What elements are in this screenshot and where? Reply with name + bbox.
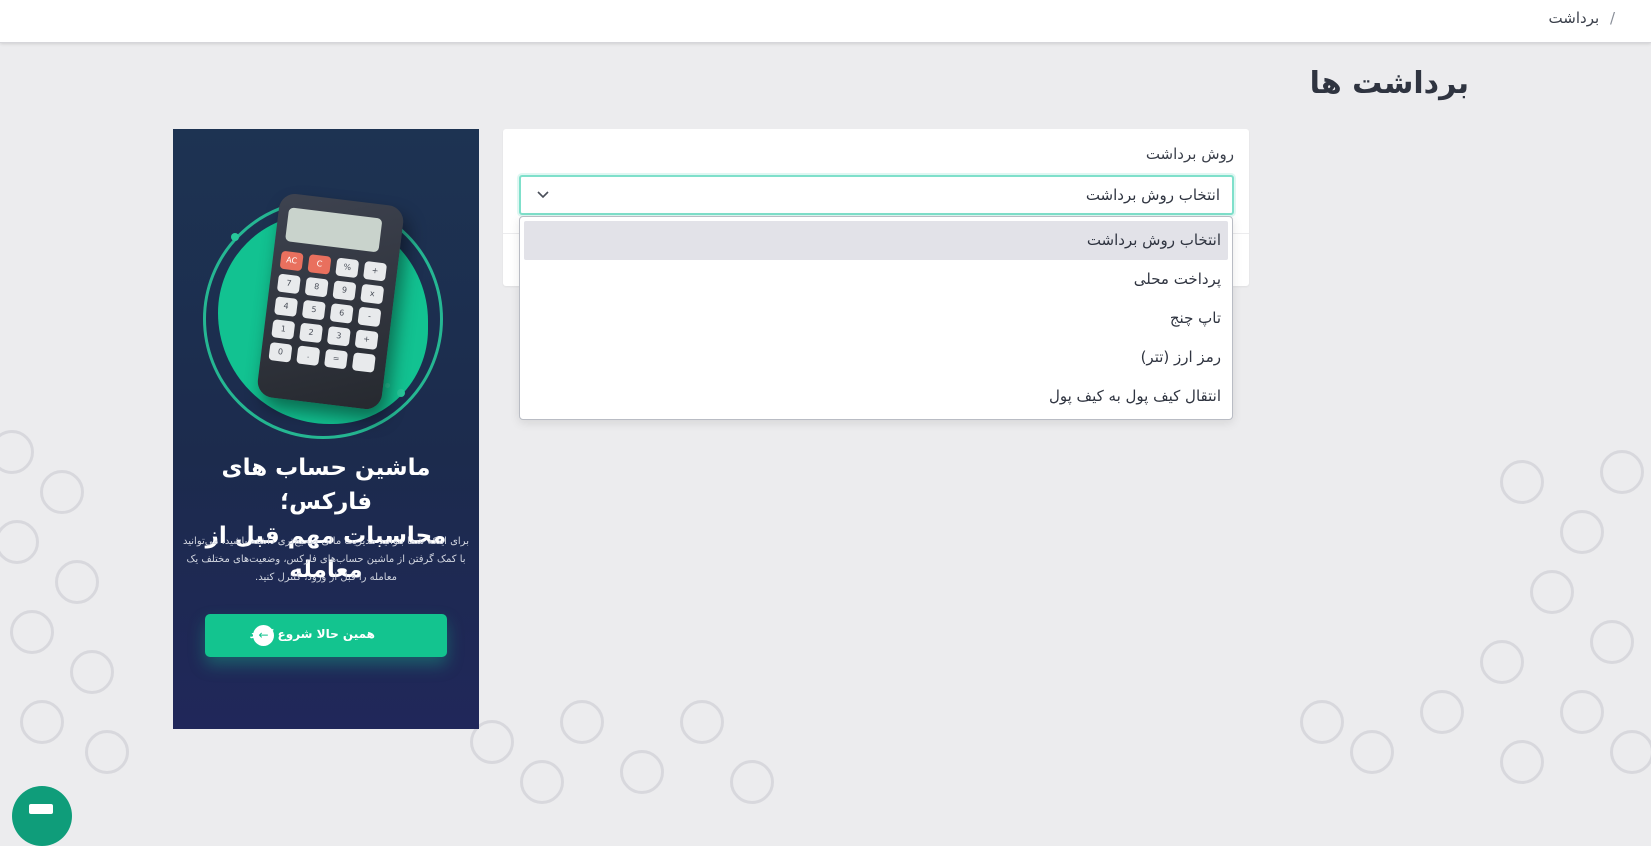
calculator-key: 0 bbox=[268, 342, 293, 363]
chevron-down-icon bbox=[537, 191, 549, 199]
breadcrumb-separator: / bbox=[1609, 9, 1615, 27]
calculator-key: 3 bbox=[326, 326, 351, 347]
calculator-key: % bbox=[335, 257, 360, 279]
ad-dot-decoration bbox=[397, 389, 405, 397]
calculator-key: AC bbox=[279, 250, 304, 272]
calculator-screen bbox=[285, 207, 383, 253]
option-topchange[interactable]: تاپ چنج bbox=[524, 299, 1228, 338]
calculator-key: 9 bbox=[332, 280, 357, 301]
calculator-key: 5 bbox=[301, 299, 326, 321]
chat-icon bbox=[29, 804, 53, 814]
calculator-key: 6 bbox=[329, 303, 354, 324]
ad-cta-button[interactable]: همین حالا شروع کنید ← bbox=[205, 614, 447, 657]
pattern-motif bbox=[1500, 460, 1544, 504]
ad-dot-decoration bbox=[385, 383, 390, 388]
calculator-keys: AC C% +7 8 9 x 4 5 6-1 2 3 +0. = bbox=[268, 250, 389, 373]
page-title: برداشت ها bbox=[1309, 66, 1469, 101]
ad-headline-line1: ماشین حساب های فارکس؛ bbox=[221, 455, 431, 515]
ad-dot-decoration bbox=[231, 233, 239, 241]
pattern-motif bbox=[1530, 570, 1574, 614]
pattern-motif bbox=[520, 760, 564, 804]
pattern-motif bbox=[1590, 620, 1634, 664]
calculator-key: C bbox=[307, 254, 332, 275]
pattern-motif bbox=[55, 560, 99, 604]
pattern-motif bbox=[1610, 730, 1651, 774]
pattern-motif bbox=[20, 700, 64, 744]
pattern-motif bbox=[0, 520, 39, 564]
pattern-motif bbox=[85, 730, 129, 774]
pattern-motif bbox=[680, 700, 724, 744]
pattern-motif bbox=[70, 650, 114, 694]
pattern-motif bbox=[1300, 700, 1344, 744]
calculator-key: 1 bbox=[271, 319, 296, 340]
pattern-motif bbox=[40, 470, 84, 514]
advertisement-banner[interactable]: AC C% +7 8 9 x 4 5 6-1 2 3 +0. = ماشین حساب های فارک… bbox=[173, 129, 479, 729]
calculator-key: - bbox=[357, 306, 382, 328]
pattern-motif bbox=[1560, 690, 1604, 734]
calculator-key: 4 bbox=[274, 296, 299, 317]
calculator-illustration: AC C% +7 8 9 x 4 5 6-1 2 3 +0. = bbox=[255, 192, 406, 411]
pattern-motif bbox=[1350, 730, 1394, 774]
withdraw-method-label: روش برداشت bbox=[1145, 145, 1234, 163]
breadcrumb-current[interactable]: برداشت bbox=[1549, 9, 1600, 27]
withdraw-method-dropdown: انتخاب روش برداشت پرداخت محلی تاپ چنج رم… bbox=[519, 216, 1233, 420]
calculator-key: + bbox=[363, 260, 388, 282]
pattern-motif bbox=[730, 760, 774, 804]
chat-button[interactable] bbox=[12, 786, 72, 846]
calculator-key bbox=[351, 352, 376, 373]
withdraw-method-select[interactable]: انتخاب روش برداشت bbox=[519, 175, 1234, 215]
top-bar: / برداشت bbox=[0, 0, 1651, 43]
pattern-motif bbox=[1500, 740, 1544, 784]
calculator-key: x bbox=[360, 283, 385, 305]
select-value: انتخاب روش برداشت bbox=[1085, 186, 1220, 204]
pattern-motif bbox=[0, 430, 34, 474]
option-local-payment[interactable]: پرداخت محلی bbox=[524, 260, 1228, 299]
calculator-key: 7 bbox=[276, 273, 301, 295]
calculator-key: 2 bbox=[299, 322, 324, 344]
calculator-key: 8 bbox=[304, 276, 329, 298]
option-select-method[interactable]: انتخاب روش برداشت bbox=[524, 221, 1228, 260]
arrow-left-icon: ← bbox=[253, 625, 274, 646]
breadcrumb: / برداشت bbox=[1549, 9, 1615, 27]
pattern-motif bbox=[1600, 450, 1644, 494]
pattern-motif bbox=[1560, 510, 1604, 554]
calculator-key: = bbox=[324, 348, 349, 370]
option-crypto-tether[interactable]: رمز ارز (تتر) bbox=[524, 338, 1228, 377]
pattern-motif bbox=[10, 610, 54, 654]
pattern-motif bbox=[1480, 640, 1524, 684]
calculator-key: + bbox=[354, 329, 379, 350]
option-wallet-to-wallet[interactable]: انتقال کیف پول به کیف پول bbox=[524, 377, 1228, 416]
pattern-motif bbox=[1420, 690, 1464, 734]
calculator-key: . bbox=[296, 345, 321, 366]
pattern-motif bbox=[620, 750, 664, 794]
ad-body-text: برای اینکه شما بتوانید مدیریت مالی صحیح‌… bbox=[183, 536, 469, 583]
pattern-motif bbox=[560, 700, 604, 744]
